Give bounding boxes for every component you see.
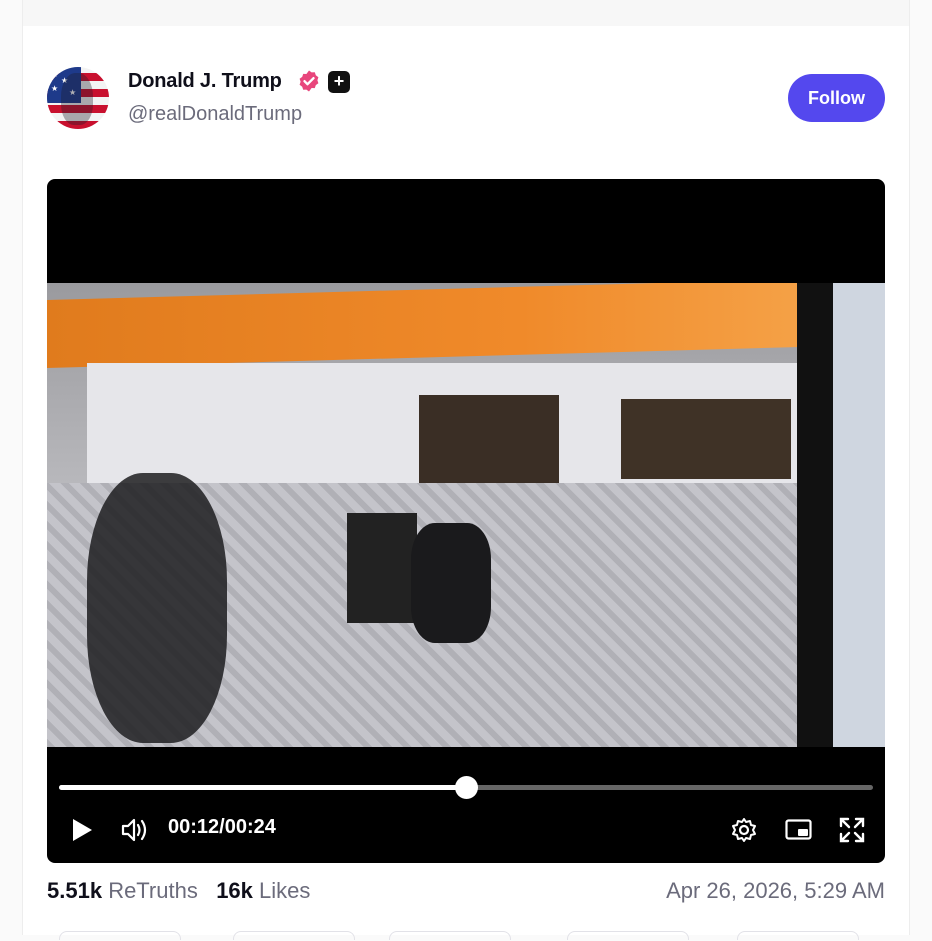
action-bar: [47, 931, 885, 941]
post-card: ★ ★ ★ ★ Donald J. Trump + @realDonaldTru…: [22, 26, 910, 940]
author-handle[interactable]: @realDonaldTrump: [128, 103, 302, 126]
settings-icon[interactable]: [731, 817, 757, 843]
video-time-display: 00:12/00:24: [168, 816, 276, 839]
play-icon[interactable]: [71, 818, 93, 842]
action-button[interactable]: [389, 931, 511, 940]
avatar[interactable]: ★ ★ ★ ★: [47, 67, 109, 129]
action-button[interactable]: [233, 931, 355, 940]
video-progress-bar[interactable]: [59, 776, 873, 799]
video-duration: 00:24: [224, 816, 276, 838]
likes-count[interactable]: 16k: [216, 878, 253, 903]
video-scrubber-handle[interactable]: [455, 776, 478, 799]
avatar-portrait: [61, 73, 93, 125]
follow-button[interactable]: Follow: [788, 74, 885, 122]
video-player[interactable]: 00:12/00:24: [47, 179, 885, 863]
post-timestamp[interactable]: Apr 26, 2026, 5:29 AM: [666, 878, 885, 904]
video-progress-fill: [59, 785, 466, 790]
retruths-label[interactable]: ReTruths: [108, 878, 198, 903]
action-button[interactable]: [567, 931, 689, 940]
likes-label[interactable]: Likes: [259, 878, 310, 903]
volume-icon[interactable]: [121, 817, 149, 843]
action-button[interactable]: [59, 931, 181, 940]
video-frame[interactable]: [47, 283, 885, 747]
video-current-time: 00:12: [168, 816, 220, 838]
retruths-count[interactable]: 5.51k: [47, 878, 102, 903]
previous-post-edge: [22, 0, 910, 26]
verified-badge-icon: [299, 70, 319, 92]
picture-in-picture-icon[interactable]: [785, 819, 813, 841]
fullscreen-icon[interactable]: [839, 817, 865, 843]
post-stats: 5.51k ReTruths 16k Likes: [47, 878, 310, 904]
author-display-name[interactable]: Donald J. Trump: [128, 70, 282, 93]
action-button[interactable]: [737, 931, 859, 940]
plus-icon: +: [328, 71, 350, 93]
